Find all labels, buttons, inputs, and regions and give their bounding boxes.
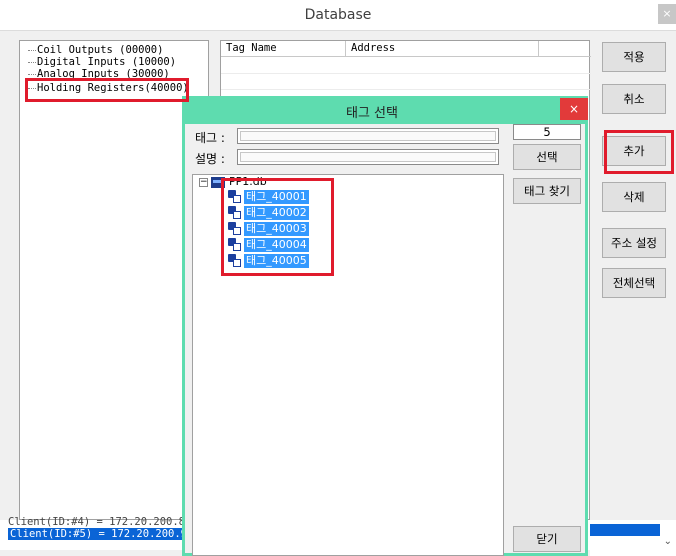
tag-select-dialog: 태그 선택 × 태그 : 설명 : 5 선택 태그 찾기 닫기 − PP1.db … (182, 96, 588, 556)
tag-label: 태그 : (195, 131, 225, 145)
log-line: Client(ID:#4) = 172.20.200.8 (8, 516, 186, 528)
description-field[interactable] (237, 149, 499, 165)
select-all-button[interactable]: 전체선택 (602, 268, 666, 298)
dialog-titlebar: 태그 선택 × (182, 96, 588, 124)
grid-header: Tag Name Address (221, 41, 591, 57)
log-line-selected[interactable]: Client(ID:#5) = 172.20.200.9 (8, 528, 190, 540)
address-type-tree[interactable]: Coil Outputs (00000) Digital Inputs (100… (19, 40, 209, 520)
tree-item-digital-inputs[interactable]: Digital Inputs (10000) (28, 56, 176, 68)
log-selection-bar (590, 524, 660, 536)
tag-field-inner (240, 131, 496, 141)
description-field-inner (240, 152, 496, 162)
highlight-add-button (604, 130, 674, 174)
apply-button[interactable]: 적용 (602, 42, 666, 72)
select-button[interactable]: 선택 (513, 144, 581, 170)
tree-item-label: Digital Inputs (10000) (37, 56, 177, 68)
minus-expander-icon[interactable]: − (199, 177, 208, 187)
address-settings-button[interactable]: 주소 설정 (602, 228, 666, 258)
highlight-tag-selection (221, 178, 334, 276)
close-icon[interactable]: × (658, 4, 676, 24)
tag-count: 5 (513, 124, 581, 140)
window-titlebar: Database × (0, 0, 676, 31)
log-scrollbar[interactable]: ⌄ (590, 520, 676, 556)
delete-button[interactable]: 삭제 (602, 182, 666, 212)
tree-item-label: Coil Outputs (00000) (37, 44, 164, 56)
close-button[interactable]: 닫기 (513, 526, 581, 552)
grid-row-line (221, 89, 591, 90)
grid-row-line (221, 73, 591, 74)
description-label: 설명 : (195, 152, 225, 166)
column-extra[interactable] (539, 41, 591, 57)
column-address[interactable]: Address (346, 41, 539, 57)
cancel-button[interactable]: 취소 (602, 84, 666, 114)
window-title: Database (304, 7, 372, 23)
dialog-title: 태그 선택 (346, 106, 398, 121)
database-window: Database × Coil Outputs (00000) Digital … (0, 0, 676, 556)
find-tag-button[interactable]: 태그 찾기 (513, 178, 581, 204)
tag-field[interactable] (237, 128, 499, 144)
chevron-down-icon[interactable]: ⌄ (664, 536, 672, 547)
tree-item-coil-outputs[interactable]: Coil Outputs (00000) (28, 44, 163, 56)
column-tag-name[interactable]: Tag Name (221, 41, 346, 57)
highlight-holding-registers (25, 78, 189, 102)
close-icon[interactable]: × (560, 98, 588, 120)
